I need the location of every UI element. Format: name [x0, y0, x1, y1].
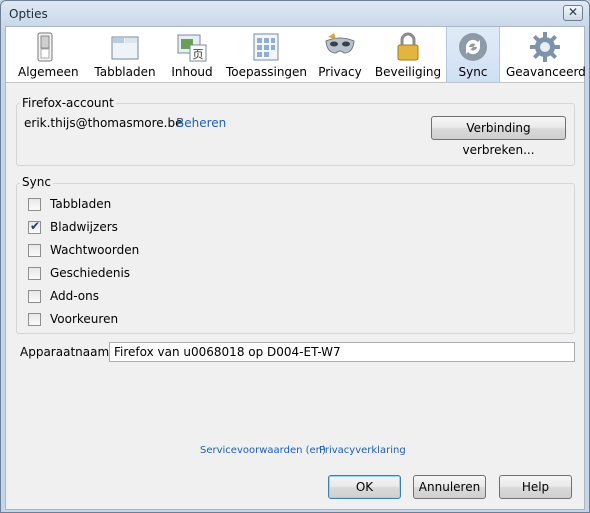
pane-label: Beveiliging: [374, 65, 442, 79]
switch-icon: [29, 31, 61, 63]
pane-algemeen[interactable]: Algemeen: [18, 27, 79, 82]
checkbox-label: Add-ons: [50, 289, 99, 303]
checkbox-label: Voorkeuren: [50, 312, 119, 326]
applications-icon: [250, 31, 282, 63]
mask-icon: [324, 31, 356, 63]
pane-label: Toepassingen: [226, 65, 308, 79]
pane-privacy[interactable]: Privacy: [316, 27, 364, 82]
checkbox[interactable]: [28, 290, 41, 303]
cancel-button[interactable]: Annuleren: [413, 475, 486, 499]
svg-text:页: 页: [193, 48, 204, 61]
checkbox[interactable]: ✔: [28, 219, 41, 234]
disconnect-button[interactable]: Verbinding verbreken...: [431, 116, 566, 157]
close-button[interactable]: ✕: [563, 5, 583, 21]
pane-sync[interactable]: Sync: [446, 27, 500, 82]
pane-label: Sync: [458, 65, 488, 79]
pane-tabbladen[interactable]: Tabbladen: [92, 27, 158, 82]
checkbox[interactable]: [28, 267, 41, 280]
ok-button[interactable]: OK: [328, 475, 401, 499]
pane-beveiliging[interactable]: Beveiliging: [374, 27, 442, 82]
checkmark-icon: ✔: [30, 219, 41, 233]
help-button[interactable]: Help: [499, 475, 572, 499]
checkbox-label: Wachtwoorden: [50, 243, 140, 257]
privacy-link[interactable]: Privacyverklaring: [319, 445, 406, 456]
terms-link[interactable]: Servicevoorwaarden (en): [200, 445, 326, 456]
checkbox[interactable]: [28, 244, 41, 257]
pane-label: Privacy: [318, 65, 362, 79]
pane-geavanceerd[interactable]: Geavanceerd: [506, 27, 586, 82]
lock-icon: [392, 31, 424, 63]
manage-account-link[interactable]: Beheren: [176, 116, 226, 130]
pane-label: Inhoud: [171, 65, 213, 79]
account-group-title: Firefox-account: [20, 96, 116, 110]
window-title: Opties: [9, 7, 48, 21]
pane-label: Tabbladen: [94, 65, 156, 79]
content-icon: 页: [176, 31, 208, 63]
options-window: Opties ✕ Algemeen Tabbladen 页 Inhoud Toe…: [0, 0, 590, 513]
sync-group-title: Sync: [20, 175, 53, 189]
preference-toolbar: Algemeen Tabbladen 页 Inhoud Toepassingen: [6, 27, 586, 83]
title-bar: Opties ✕: [1, 1, 589, 27]
pane-toepassingen[interactable]: Toepassingen: [226, 27, 308, 82]
pane-label: Algemeen: [18, 65, 79, 79]
sync-icon: [457, 31, 489, 63]
checkbox-label: Geschiedenis: [50, 266, 131, 280]
device-name-field[interactable]: Firefox van u0068018 op D004-ET-W7: [109, 342, 575, 362]
checkbox[interactable]: [28, 198, 41, 211]
device-name-label: Apparaatnaam:: [20, 345, 114, 359]
pane-label: Geavanceerd: [506, 65, 586, 79]
checkbox-label: Bladwijzers: [50, 220, 118, 234]
pane-inhoud[interactable]: 页 Inhoud: [167, 27, 217, 82]
tabs-icon: [109, 31, 141, 63]
account-email: erik.thijs@thomasmore.be: [24, 116, 183, 130]
gear-icon: [529, 31, 561, 63]
checkbox[interactable]: [28, 313, 41, 326]
checkbox-label: Tabbladen: [50, 197, 112, 211]
dialog-client: Algemeen Tabbladen 页 Inhoud Toepassingen: [5, 26, 586, 510]
